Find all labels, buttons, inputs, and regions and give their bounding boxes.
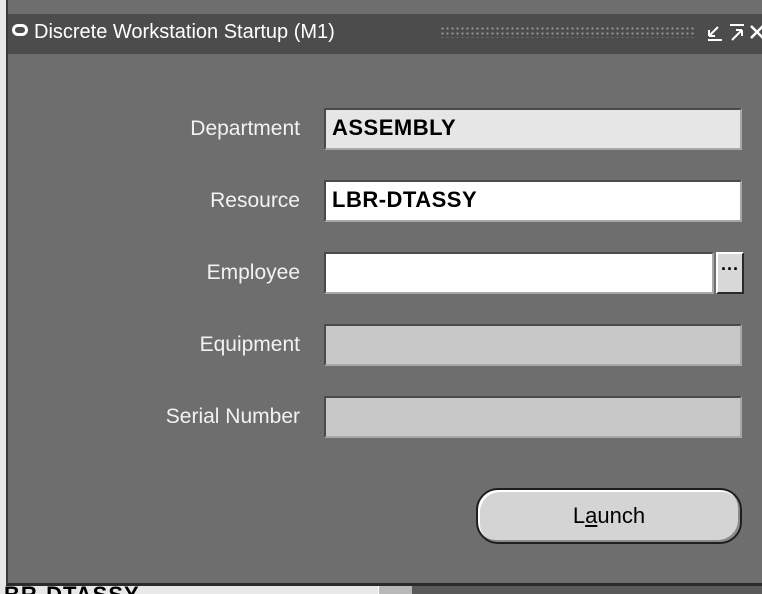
resource-row: Resource LBR-DTASSY <box>8 180 762 224</box>
launch-label-suffix: unch <box>597 503 646 528</box>
department-row: Department ASSEMBLY <box>8 108 762 152</box>
department-field[interactable]: ASSEMBLY <box>324 108 742 150</box>
dialog-body: Department ASSEMBLY Resource LBR-DTASSY … <box>8 54 762 583</box>
employee-row: Employee ··· <box>8 252 762 296</box>
employee-field[interactable] <box>324 252 714 294</box>
title-bar[interactable]: Discrete Workstation Startup (M1) <box>8 14 762 54</box>
department-label: Department <box>190 117 300 140</box>
close-icon[interactable] <box>748 20 762 44</box>
title-grip-pattern <box>440 26 696 38</box>
launch-button[interactable]: Launch <box>476 488 742 544</box>
minimize-icon[interactable] <box>706 20 724 44</box>
equipment-row: Equipment <box>8 324 762 368</box>
launch-label-mnemonic: a <box>585 503 598 528</box>
window-title: Discrete Workstation Startup (M1) <box>34 21 335 43</box>
equipment-label: Equipment <box>199 333 300 356</box>
employee-lov-button[interactable]: ··· <box>716 252 744 294</box>
serial-number-label: Serial Number <box>165 405 300 428</box>
window-menu-icon[interactable] <box>12 24 28 36</box>
dialog-window: Discrete Workstation Startup (M1) Depart… <box>6 0 762 586</box>
resource-field[interactable]: LBR-DTASSY <box>324 180 742 222</box>
screen: BR-DTASSY Discrete Workstation Startup (… <box>0 0 762 594</box>
equipment-field <box>324 324 742 366</box>
launch-label-prefix: L <box>572 503 586 528</box>
employee-label: Employee <box>206 261 300 284</box>
serial-number-field <box>324 396 742 438</box>
maximize-icon[interactable] <box>728 20 746 44</box>
serial-number-row: Serial Number <box>8 396 762 440</box>
resource-label: Resource <box>210 189 300 212</box>
